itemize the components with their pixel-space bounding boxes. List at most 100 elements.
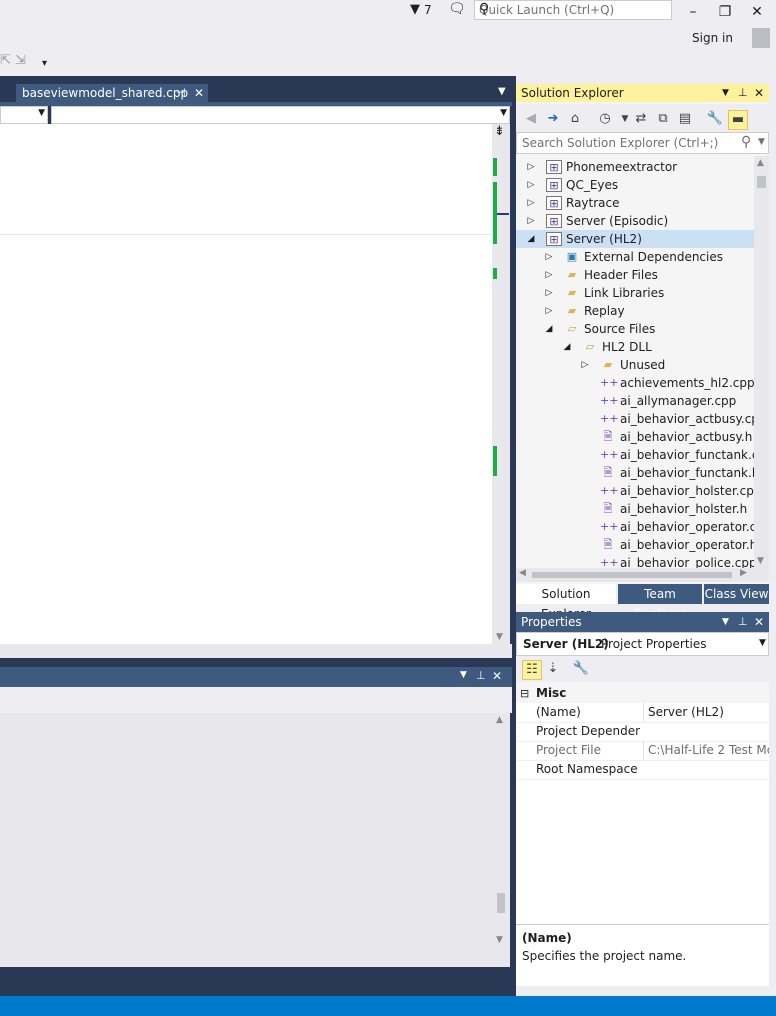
quick-launch-input[interactable]: Quick Launch (Ctrl+Q) ⚲	[474, 0, 672, 20]
close-tab-icon[interactable]: ✕	[194, 84, 204, 102]
property-row[interactable]: Project File C:\Half-Life 2 Test Mod\	[516, 741, 769, 761]
tree-item[interactable]: ▷ ▰ Link Libraries	[516, 284, 754, 302]
property-row[interactable]: Root Namespace	[516, 760, 769, 780]
scroll-up-icon[interactable]: ▲	[757, 158, 764, 168]
expanded-arrow-icon[interactable]: ◢	[562, 338, 572, 356]
scroll-right-icon[interactable]: ▶	[740, 568, 747, 578]
show-all-files-icon[interactable]: ▤	[676, 110, 694, 128]
scroll-thumb[interactable]	[532, 572, 732, 578]
collapsed-arrow-icon[interactable]: ▷	[544, 266, 554, 284]
tree-item[interactable]: ◢ ⊞ Server (HL2)	[516, 230, 754, 248]
tree-item[interactable]: ▷ ⊞ QC_Eyes	[516, 176, 754, 194]
properties-wrench-icon[interactable]: 🔧	[706, 110, 724, 128]
tree-item[interactable]: ◢ ▱ HL2 DLL	[516, 338, 754, 356]
collapse-category-icon[interactable]: ⊟	[520, 684, 529, 703]
minimize-button[interactable]: –	[678, 2, 708, 22]
scroll-up-icon[interactable]: ▲	[496, 715, 503, 725]
scroll-thumb[interactable]	[497, 893, 505, 913]
sync-icon[interactable]: ⇄	[632, 110, 650, 128]
panel-menu-icon[interactable]: ▼	[460, 670, 467, 680]
member-scope-dropdown[interactable]: ▼	[51, 106, 510, 124]
collapsed-arrow-icon[interactable]: ▷	[544, 248, 554, 266]
chevron-down-icon[interactable]: ▼	[758, 137, 765, 147]
collapsed-arrow-icon[interactable]: ▷	[544, 302, 554, 320]
solution-tree-vertical-scrollbar[interactable]: ▲ ▼	[754, 156, 769, 568]
feedback-icon[interactable]: 🗨	[448, 1, 466, 17]
restore-button[interactable]: ❐	[710, 2, 740, 22]
collapsed-arrow-icon[interactable]: ▷	[580, 356, 590, 374]
scroll-down-icon[interactable]: ▼	[496, 935, 503, 945]
tree-item[interactable]: 🗎 ai_behavior_operator.h	[516, 536, 754, 554]
categorized-icon[interactable]: ☷	[522, 660, 542, 680]
category-row[interactable]: ⊟ Misc	[516, 684, 769, 703]
close-icon[interactable]: ✕	[754, 84, 764, 102]
property-value[interactable]: Server (HL2)	[643, 703, 769, 722]
pin-icon[interactable]: ⊥	[738, 84, 748, 102]
tree-item[interactable]: ++ai_behavior_functank.cpp	[516, 446, 754, 464]
collapsed-arrow-icon[interactable]: ▷	[526, 176, 536, 194]
back-icon[interactable]: ◀	[522, 110, 540, 128]
close-icon[interactable]: ✕	[492, 669, 502, 683]
scroll-thumb[interactable]	[757, 176, 766, 188]
expanded-arrow-icon[interactable]: ◢	[544, 320, 554, 338]
home-icon[interactable]: ⌂	[566, 110, 584, 128]
editor-horizontal-scrollbar[interactable]	[0, 644, 512, 658]
tree-item[interactable]: 🗎 ai_behavior_actbusy.h	[516, 428, 754, 446]
property-row[interactable]: Project Dependenci	[516, 722, 769, 742]
project-scope-dropdown[interactable]: ▼	[0, 106, 48, 124]
toolbar-overflow-icon[interactable]: ▾	[42, 58, 47, 69]
pin-tab-icon[interactable]: ⊣	[176, 84, 186, 102]
panel-menu-icon[interactable]: ▼	[722, 84, 729, 102]
tree-item[interactable]: ++ai_behavior_operator.cpp	[516, 518, 754, 536]
panel-menu-icon[interactable]: ▼	[722, 612, 729, 632]
solution-tree-horizontal-scrollbar[interactable]: ◀ ▶	[516, 568, 769, 582]
close-icon[interactable]: ✕	[754, 612, 764, 632]
collapsed-arrow-icon[interactable]: ▷	[526, 194, 536, 212]
properties-object-selector[interactable]: Server (HL2) Project Properties ▼	[516, 632, 769, 656]
output-vertical-scrollbar[interactable]: ▲ ▼	[492, 713, 510, 967]
tree-item[interactable]: 🗎 ai_behavior_functank.h	[516, 464, 754, 482]
filter-icon[interactable]: ▼	[410, 2, 420, 17]
tab-class-view[interactable]: Class View	[704, 584, 769, 604]
forward-icon[interactable]: ➜	[544, 110, 562, 128]
property-pages-icon[interactable]: 🔧	[572, 660, 590, 678]
tree-item[interactable]: ++ ai_behavior_police.cpp	[516, 554, 754, 568]
account-avatar-icon[interactable]	[752, 28, 770, 48]
output-panel-body[interactable]	[0, 713, 492, 967]
tree-item[interactable]: ▷ ⊞ Server (Episodic)	[516, 212, 754, 230]
tree-item[interactable]: ▷ ▰ Header Files	[516, 266, 754, 284]
code-editor[interactable]	[0, 124, 492, 644]
scroll-down-icon[interactable]: ▼	[757, 556, 764, 566]
scroll-down-icon[interactable]: ▼	[496, 632, 503, 642]
tree-item[interactable]: ▷ ⊞ Raytrace	[516, 194, 754, 212]
collapsed-arrow-icon[interactable]: ▷	[526, 158, 536, 176]
solution-explorer-search-input[interactable]: Search Solution Explorer (Ctrl+;) ⚲ ▼	[516, 132, 769, 154]
document-tab[interactable]: baseviewmodel_shared.cpp ⊣ ✕	[16, 84, 208, 102]
tree-item[interactable]: ++ ai_behavior_holster.cpp	[516, 482, 754, 500]
tree-item[interactable]: ▷ ▣ External Dependencies	[516, 248, 754, 266]
toolbar-pin-icon[interactable]: ⇱ ⇲	[0, 53, 26, 68]
tab-team-explorer[interactable]: Team Explorer	[618, 584, 702, 621]
tree-item[interactable]: ++ achievements_hl2.cpp	[516, 374, 754, 392]
preview-icon[interactable]: ▬	[728, 110, 748, 130]
property-row[interactable]: (Name) Server (HL2)	[516, 703, 769, 723]
tree-item[interactable]: ++ ai_allymanager.cpp	[516, 392, 754, 410]
tree-item[interactable]: 🗎 ai_behavior_holster.h	[516, 500, 754, 518]
expanded-arrow-icon[interactable]: ◢	[526, 230, 536, 248]
history-icon[interactable]: ◷	[596, 110, 614, 128]
alphabetical-icon[interactable]: ⇣	[544, 660, 562, 678]
tree-item[interactable]: ▷ ▰ Replay	[516, 302, 754, 320]
tab-list-dropdown-icon[interactable]: ▼	[498, 86, 506, 97]
scroll-left-icon[interactable]: ◀	[519, 568, 526, 578]
split-window-icon[interactable]: ⇟	[494, 124, 505, 139]
sign-in-link[interactable]: Sign in	[692, 31, 733, 45]
tab-solution-explorer[interactable]: Solution Explorer	[516, 584, 616, 621]
pin-icon[interactable]: ⊥	[476, 669, 486, 682]
close-button[interactable]: ✕	[742, 2, 772, 22]
tree-item[interactable]: ▷ ⊞ Phonemeextractor	[516, 158, 754, 176]
collapse-all-icon[interactable]: ⧉	[654, 110, 672, 128]
tree-item[interactable]: ▷ ▰ Unused	[516, 356, 754, 374]
collapsed-arrow-icon[interactable]: ▷	[544, 284, 554, 302]
collapsed-arrow-icon[interactable]: ▷	[526, 212, 536, 230]
tree-item[interactable]: ++ ai_behavior_actbusy.cpp	[516, 410, 754, 428]
